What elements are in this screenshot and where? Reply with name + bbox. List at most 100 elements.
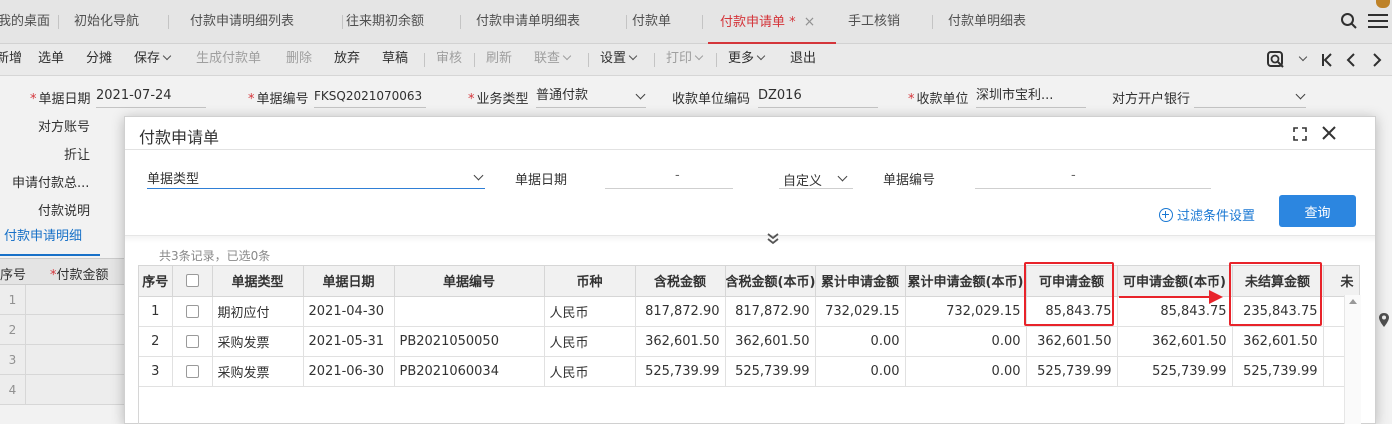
cell-tax-amount: 525,739.99 (635, 356, 726, 387)
exit-button[interactable]: 退出 (790, 44, 816, 76)
grid-header-row: 序号 单据类型 单据日期 单据编号 币种 含税金额 含税金额(本币) 累计申请金… (139, 266, 1359, 297)
chevron-down-icon (473, 170, 484, 181)
scroll-up-icon[interactable] (1349, 299, 1357, 304)
chevron-down-icon[interactable] (1298, 52, 1308, 62)
print-label: 打印 (666, 51, 693, 66)
link-query-dropdown[interactable]: 联查 (534, 44, 572, 76)
doc-no-field[interactable]: FKSQ2021070063 (314, 86, 426, 108)
annotation-arrow-line (1119, 296, 1209, 298)
query-button[interactable]: 查询 (1279, 195, 1356, 227)
doc-date-field[interactable]: 2021-07-24 (96, 86, 206, 108)
tab-my-desktop[interactable]: 我的桌面 (0, 0, 59, 44)
select-button[interactable]: 选单 (38, 44, 64, 76)
table-row[interactable]: 1 期初应付 2021-04-30 人民币 817,872.90 817,872… (139, 296, 1359, 327)
next-record-icon[interactable] (1370, 50, 1384, 70)
cell-doc-date: 2021-04-30 (303, 296, 395, 327)
search-icon[interactable] (1340, 12, 1358, 30)
settings-dropdown[interactable]: 设置 (600, 44, 638, 76)
locate-search-icon[interactable] (1266, 50, 1286, 70)
cell-cum-applied: 732,029.15 (815, 296, 906, 327)
row-checkbox[interactable] (185, 304, 199, 318)
previous-record-icon[interactable] (1344, 50, 1358, 70)
tab-payment-request-detail[interactable]: 付款申请明细 (0, 226, 100, 256)
first-record-icon[interactable] (1320, 50, 1334, 70)
tab-payment-request-detail-list[interactable]: 付款申请明细列表 (190, 0, 343, 44)
col-doc-date: 单据日期 (303, 266, 395, 297)
doc-no-filter-field[interactable]: - (975, 167, 1211, 189)
toolbar: 新增 选单 分摊 保存 生成付款单 删除 放弃 草稿 审核 刷新 联查 设置 打… (0, 44, 1392, 76)
close-icon[interactable] (1321, 125, 1337, 141)
table-row[interactable]: 1 (0, 285, 124, 315)
payee-code-label: 收款单位编码 (672, 92, 751, 107)
date-mode-value: 自定义 (783, 174, 823, 189)
tab-init-nav[interactable]: 初始化导航 (74, 0, 169, 44)
grid-scrollbar[interactable] (1344, 295, 1361, 424)
cell-select[interactable] (172, 296, 213, 327)
split-button[interactable]: 分摊 (86, 44, 112, 76)
amount-header: *付款金额 (50, 268, 109, 283)
tab-payment-request-detail-report[interactable]: 付款申请单明细表 (476, 0, 627, 44)
save-dropdown[interactable]: 保存 (134, 44, 172, 76)
tab-manual-writeoff[interactable]: 手工核销 (848, 0, 933, 44)
cell-tax-amount-local: 817,872.90 (725, 296, 816, 327)
row-checkbox[interactable] (185, 334, 199, 348)
audit-button[interactable]: 审核 (436, 44, 462, 76)
close-icon[interactable]: × (804, 14, 816, 30)
generate-payment-button[interactable]: 生成付款单 (196, 44, 261, 76)
maximize-icon[interactable] (1293, 127, 1307, 141)
col-currency: 币种 (544, 266, 636, 297)
cell-available: 525,739.99 (1026, 356, 1118, 387)
save-label: 保存 (134, 51, 161, 66)
table-row[interactable]: 4 (0, 375, 124, 405)
select-all-checkbox[interactable] (185, 274, 199, 288)
toolbar-separator (424, 53, 425, 67)
chevron-down-icon (628, 51, 638, 61)
bank-select[interactable] (1194, 86, 1306, 108)
col-seq: 序号 (139, 266, 173, 297)
draft-button[interactable]: 草稿 (382, 44, 408, 76)
chevron-down-icon (837, 171, 848, 182)
delete-button[interactable]: 删除 (286, 44, 312, 76)
new-button[interactable]: 新增 (0, 44, 22, 76)
source-docs-grid: 序号 单据类型 单据日期 单据编号 币种 含税金额 含税金额(本币) 累计申请金… (138, 265, 1360, 424)
payee-field[interactable]: 深圳市宝利... (976, 86, 1086, 108)
row-number: 4 (0, 375, 26, 405)
col-cum-applied: 累计申请金额 (815, 266, 906, 297)
abandon-button[interactable]: 放弃 (334, 44, 360, 76)
cell-cum-applied: 0.00 (815, 326, 906, 357)
table-row[interactable]: 2 (0, 315, 124, 345)
payee-code-field[interactable]: DZ016 (758, 86, 878, 108)
table-row[interactable]: 3 采购发票 2021-06-30 PB2021060034 人民币 525,7… (139, 356, 1359, 387)
cell-select[interactable] (172, 326, 213, 357)
tab-opening-balance[interactable]: 往来期初余额 (346, 0, 461, 44)
table-row[interactable]: 3 (0, 345, 124, 375)
table-row[interactable]: 2 采购发票 2021-05-31 PB2021050050 人民币 362,6… (139, 326, 1359, 357)
record-count: 共3条记录，已选0条 (159, 249, 271, 263)
more-dropdown[interactable]: 更多 (728, 44, 766, 76)
date-range-dash: - (675, 168, 680, 183)
row-checkbox[interactable] (185, 364, 199, 378)
filter-settings-link[interactable]: 过滤条件设置 (1159, 205, 1255, 224)
print-dropdown[interactable]: 打印 (666, 44, 704, 76)
location-pin-icon[interactable] (1378, 312, 1390, 328)
tab-payment-order[interactable]: 付款单 (632, 0, 703, 44)
col-select-all[interactable] (172, 266, 213, 297)
tab-payment-request[interactable]: 付款申请单 * × (708, 0, 836, 44)
payee-label: * 收款单位 (908, 92, 969, 107)
biz-type-select[interactable]: 普通付款 (536, 86, 646, 108)
dialog-title: 付款申请单 (139, 128, 220, 147)
date-mode-select[interactable]: 自定义 (779, 167, 853, 189)
date-range-field[interactable]: - (605, 167, 733, 189)
menu-icon[interactable] (1368, 14, 1388, 32)
double-chevron-down-icon[interactable] (765, 231, 781, 247)
cell-select[interactable] (172, 356, 213, 387)
tab-payment-order-detail[interactable]: 付款单明细表 (948, 0, 1068, 44)
apply-total-label: 申请付款总... (12, 176, 90, 191)
refresh-button[interactable]: 刷新 (486, 44, 512, 76)
row-number: 2 (0, 315, 26, 345)
doc-type-select[interactable]: 单据类型 (147, 167, 485, 189)
doc-no-filter-label: 单据编号 (883, 173, 936, 188)
select-source-dialog: 付款申请单 单据类型 单据日期 - 自定义 单据编号 - 过滤条件设置 查询 共… (124, 116, 1376, 424)
doc-no-label-text: 单据编号 (256, 92, 309, 107)
cell-unsettled: 525,739.99 (1232, 356, 1324, 387)
